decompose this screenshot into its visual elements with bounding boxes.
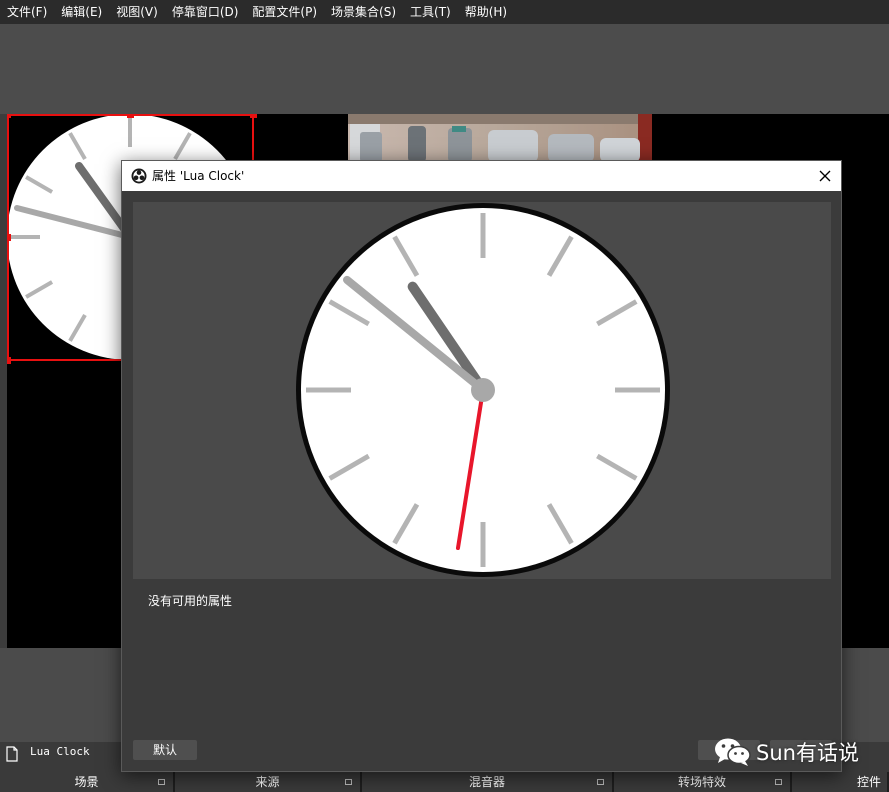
dock-transitions[interactable]: 转场特效: [614, 772, 792, 792]
dock-mixer-label: 混音器: [468, 775, 505, 789]
menu-scene-collection[interactable]: 场景集合(S): [324, 0, 403, 24]
file-icon: [6, 746, 18, 762]
menu-view[interactable]: 视图(V): [109, 0, 165, 24]
undock-icon[interactable]: [158, 779, 165, 785]
dock-sources[interactable]: 来源: [175, 772, 362, 792]
dock-transitions-label: 转场特效: [677, 775, 726, 789]
menu-file[interactable]: 文件(F): [0, 0, 54, 24]
dialog-titlebar[interactable]: 属性 'Lua Clock': [122, 161, 841, 191]
toolbar-area: [0, 24, 889, 114]
undock-icon[interactable]: [775, 779, 782, 785]
resize-handle-tr: [250, 114, 257, 118]
source-item-label: Lua Clock: [30, 745, 90, 758]
no-properties-label: 没有可用的属性: [148, 594, 233, 608]
properties-dialog: 属性 'Lua Clock' 没有可用的属性 默认: [121, 160, 842, 772]
menu-help[interactable]: 帮助(H): [458, 0, 514, 24]
dock-mixer[interactable]: 混音器: [362, 772, 614, 792]
source-preview-panel: [133, 202, 831, 579]
menu-edit[interactable]: 编辑(E): [54, 0, 109, 24]
dock-controls[interactable]: 控件: [792, 772, 889, 792]
cancel-button[interactable]: [770, 740, 832, 760]
menu-profile[interactable]: 配置文件(P): [245, 0, 324, 24]
undock-icon[interactable]: [345, 779, 352, 785]
ok-button[interactable]: [698, 740, 760, 760]
resize-handle-tl: [7, 114, 11, 118]
clock-preview: [296, 203, 670, 577]
clock-center-cap: [471, 378, 495, 402]
undock-icon[interactable]: [597, 779, 604, 785]
defaults-button[interactable]: 默认: [133, 740, 197, 760]
close-icon[interactable]: [815, 166, 835, 186]
dock-sources-label: 来源: [255, 775, 280, 789]
menu-tools[interactable]: 工具(T): [403, 0, 458, 24]
dock-scenes[interactable]: 场景: [0, 772, 175, 792]
dialog-title: 属性 'Lua Clock': [152, 169, 245, 183]
menubar: 文件(F) 编辑(E) 视图(V) 停靠窗口(D) 配置文件(P) 场景集合(S…: [0, 0, 889, 24]
menu-docks[interactable]: 停靠窗口(D): [165, 0, 246, 24]
dock-title-bar: 场景 来源 混音器 转场特效 控件: [0, 772, 889, 792]
obs-logo-icon: [131, 168, 147, 184]
dock-scenes-label: 场景: [74, 775, 99, 789]
resize-handle-ml: [7, 234, 11, 241]
preview-camera-source[interactable]: [348, 114, 652, 162]
resize-handle-tm: [127, 114, 134, 118]
dock-controls-label: 控件: [856, 775, 881, 789]
resize-handle-bl: [7, 357, 11, 364]
